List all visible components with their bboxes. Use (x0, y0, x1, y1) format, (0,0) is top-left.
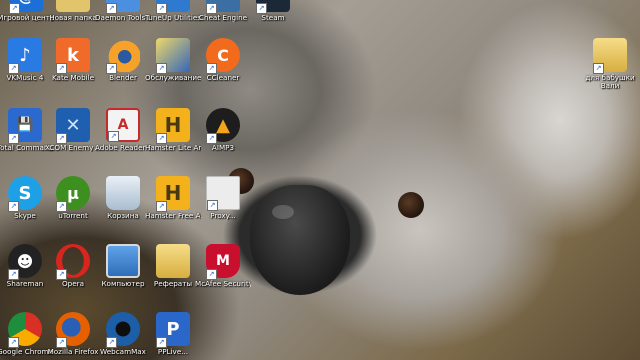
desktop-icon-hamster-free[interactable]: H↗ Hamster Free Archiver (145, 176, 201, 220)
firefox-icon: ↗ (56, 312, 90, 348)
desktop-icon-blank-file[interactable]: ↗ Proxy... (195, 176, 251, 220)
desktop-icon-documents-folder[interactable]: Рефераты (145, 244, 201, 288)
desktop-icon-maintenance[interactable]: ↗ Обслуживание одним щ... (145, 38, 201, 82)
ccleaner-icon: C ↗ (206, 38, 240, 74)
vkmusic-icon: ♪ ↗ (8, 38, 42, 74)
tuneup-icon: ↗ (156, 0, 190, 14)
game-center-icon: @↗ (9, 0, 43, 14)
hamster-lite-icon: H ↗ (156, 108, 190, 144)
chrome-icon: ↗ (8, 312, 42, 348)
opera-icon: ↗ (56, 244, 90, 280)
desktop-icon-recycle-bin[interactable]: Корзина (95, 176, 151, 220)
desktop-icon-firefox[interactable]: ↗ Mozilla Firefox (45, 312, 101, 356)
desktop-icon-adobe-reader[interactable]: A↗ Adobe Reader 8.0 (95, 108, 151, 152)
desktop-icon-grandma-folder[interactable]: ↗ для бабушки Вали (582, 38, 638, 90)
koala-nose-highlight (272, 205, 294, 219)
desktop-icon-hamster-lite[interactable]: H↗ Hamster Lite Archiver (145, 108, 201, 152)
shareman-icon: ☻ ↗ (8, 244, 42, 280)
webcammax-icon: ↗ (106, 312, 140, 348)
desktop-icon-blender[interactable]: ↗ Blender (95, 38, 151, 82)
desktop-icon-ccleaner[interactable]: C ↗ CCleaner (195, 38, 251, 82)
cheat-engine-icon: ↗ (206, 0, 240, 14)
documents-folder-icon (156, 244, 190, 278)
blender-icon: ↗ (106, 38, 140, 74)
desktop-icon-steam[interactable]: ↗ Steam (245, 0, 301, 22)
skype-icon: S ↗ (8, 176, 42, 212)
koala-nose (250, 185, 350, 295)
koala-eye-right (398, 192, 424, 218)
desktop-icon-kate-mobile[interactable]: k ↗ Kate Mobile (45, 38, 101, 82)
hamster-free-icon: H ↗ (156, 176, 190, 212)
folder-icon: ↗ (593, 38, 627, 74)
utorrent-icon: µ ↗ (56, 176, 90, 212)
new-folder-icon (56, 0, 90, 12)
adobe-reader-icon: A ↗ (106, 108, 140, 142)
kate-mobile-icon: k ↗ (56, 38, 90, 74)
desktop-icon-computer[interactable]: Компьютер (95, 244, 151, 288)
desktop-icon-mcafee[interactable]: M↗ McAfee Security Sc... (195, 244, 251, 288)
desktop-icon-tuneup[interactable]: ↗ TuneUp Utilities 2013 (145, 0, 201, 22)
maintenance-icon: ↗ (156, 38, 190, 74)
daemon-tools-icon: ↗ (106, 0, 140, 14)
desktop-icon-opera[interactable]: ↗ Opera (45, 244, 101, 288)
steam-icon: ↗ (256, 0, 290, 14)
desktop-icon-xcom[interactable]: ✕ ↗ XCOM Enemy ... (45, 108, 101, 152)
desktop-icon-aimp[interactable]: ▲ ↗ AIMP3 (195, 108, 251, 152)
blank-file-icon: ↗ (206, 176, 240, 211)
xcom-icon: ✕ ↗ (56, 108, 90, 144)
desktop-icon-pplive[interactable]: P ↗ PPLive... (145, 312, 201, 356)
computer-icon (106, 244, 140, 278)
aimp-icon: ▲ ↗ (206, 108, 240, 144)
recycle-bin-icon (106, 176, 140, 210)
desktop-icon-webcammax[interactable]: ↗ WebcamMax (95, 312, 151, 356)
pplive-icon: P ↗ (156, 312, 190, 348)
total-commander-icon: 💾 ↗ (8, 108, 42, 144)
desktop-icon-new-folder[interactable]: Новая папка (45, 0, 101, 22)
desktop-icon-utorrent[interactable]: µ ↗ uTorrent (45, 176, 101, 220)
desktop-icon-cheat-engine[interactable]: ↗ Cheat Engine (195, 0, 251, 22)
desktop-icon-daemon-tools[interactable]: ↗ Daemon Tools Lite (95, 0, 151, 22)
mcafee-icon: M ↗ (206, 244, 240, 280)
